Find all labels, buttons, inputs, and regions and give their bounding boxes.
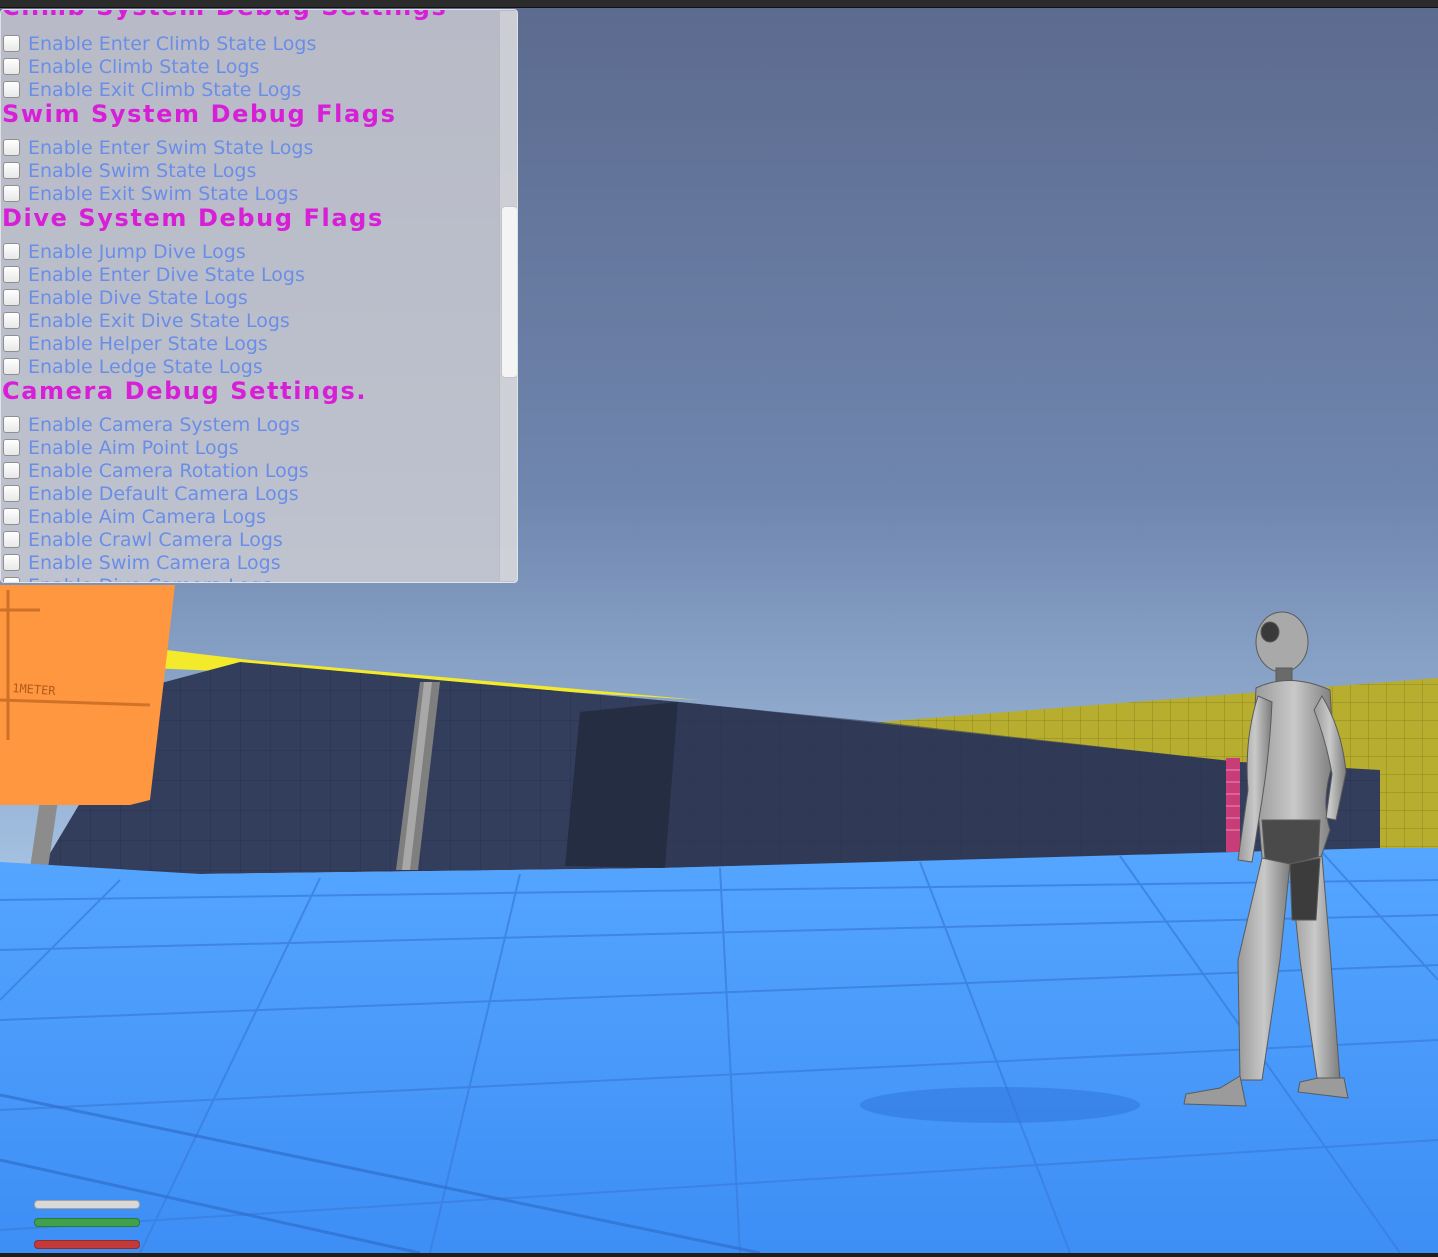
stamina-bar <box>34 1218 140 1227</box>
toggle-label: Enable Camera System Logs <box>28 413 301 436</box>
checkbox[interactable] <box>3 81 20 98</box>
checkbox[interactable] <box>3 462 20 479</box>
toggle-crawl-camera-logs[interactable]: Enable Crawl Camera Logs <box>1 528 283 551</box>
toggle-label: Enable Exit Dive State Logs <box>28 309 290 332</box>
toggle-swim-logs[interactable]: Enable Swim State Logs <box>1 159 256 182</box>
checkbox[interactable] <box>3 508 20 525</box>
checkbox[interactable] <box>3 531 20 548</box>
toggle-ledge-logs[interactable]: Enable Ledge State Logs <box>1 355 263 378</box>
toggle-label: Enable Enter Dive State Logs <box>28 263 305 286</box>
checkbox[interactable] <box>3 577 20 582</box>
checkbox[interactable] <box>3 416 20 433</box>
toggle-label: Enable Dive State Logs <box>28 286 248 309</box>
checkbox[interactable] <box>3 35 20 52</box>
toggle-label: Enable Aim Point Logs <box>28 436 239 459</box>
breath-bar <box>34 1240 140 1249</box>
toggle-label: Enable Jump Dive Logs <box>28 240 246 263</box>
toggle-enter-swim-logs[interactable]: Enable Enter Swim State Logs <box>1 136 313 159</box>
toggle-label: Enable Climb State Logs <box>28 55 260 78</box>
checkbox[interactable] <box>3 289 20 306</box>
toggle-dive-camera-logs[interactable]: Enable Dive Camera Logs <box>1 574 272 583</box>
checkbox[interactable] <box>3 485 20 502</box>
section-header-swim: Swim System Debug Flags <box>2 100 397 128</box>
toggle-label: Enable Camera Rotation Logs <box>28 459 309 482</box>
checkbox[interactable] <box>3 358 20 375</box>
debug-panel-content: Climb System Debug Settings Enable Enter… <box>1 10 497 583</box>
toggle-label: Enable Dive Camera Logs <box>28 575 272 583</box>
toggle-climb-logs[interactable]: Enable Climb State Logs <box>1 55 259 78</box>
checkbox[interactable] <box>3 162 20 179</box>
toggle-label: Enable Enter Climb State Logs <box>28 32 317 55</box>
toggle-default-camera-logs[interactable]: Enable Default Camera Logs <box>1 482 299 505</box>
toggle-label: Enable Swim Camera Logs <box>28 551 281 574</box>
checkbox[interactable] <box>3 243 20 260</box>
section-header-dive: Dive System Debug Flags <box>2 204 384 232</box>
toggle-aim-point-logs[interactable]: Enable Aim Point Logs <box>1 436 239 459</box>
debug-settings-panel[interactable]: Climb System Debug Settings Enable Enter… <box>0 9 518 583</box>
character-shadow <box>860 1087 1140 1123</box>
toggle-enter-dive-logs[interactable]: Enable Enter Dive State Logs <box>1 263 305 286</box>
toggle-exit-swim-logs[interactable]: Enable Exit Swim State Logs <box>1 182 298 205</box>
toggle-exit-dive-logs[interactable]: Enable Exit Dive State Logs <box>1 309 290 332</box>
toggle-label: Enable Exit Climb State Logs <box>28 78 302 101</box>
checkbox[interactable] <box>3 139 20 156</box>
toggle-jump-dive-logs[interactable]: Enable Jump Dive Logs <box>1 240 246 263</box>
checkbox[interactable] <box>3 335 20 352</box>
checkbox[interactable] <box>3 58 20 75</box>
panel-scrollbar[interactable] <box>499 11 517 581</box>
section-header-climb: Climb System Debug Settings <box>2 10 447 20</box>
health-bar <box>34 1200 140 1209</box>
toggle-helper-logs[interactable]: Enable Helper State Logs <box>1 332 268 355</box>
toggle-camera-system-logs[interactable]: Enable Camera System Logs <box>1 413 300 436</box>
toggle-label: Enable Aim Camera Logs <box>28 505 267 528</box>
toggle-swim-camera-logs[interactable]: Enable Swim Camera Logs <box>1 551 281 574</box>
toggle-label: Enable Ledge State Logs <box>28 355 263 378</box>
toggle-exit-climb-logs[interactable]: Enable Exit Climb State Logs <box>1 78 301 101</box>
checkbox[interactable] <box>3 266 20 283</box>
section-header-camera: Camera Debug Settings. <box>2 377 368 405</box>
dark-cube <box>565 702 678 868</box>
editor-toolbar <box>0 0 1438 8</box>
toggle-dive-logs[interactable]: Enable Dive State Logs <box>1 286 248 309</box>
checkbox[interactable] <box>3 185 20 202</box>
toggle-label: Enable Helper State Logs <box>28 332 268 355</box>
toggle-label: Enable Default Camera Logs <box>28 482 299 505</box>
toggle-label: Enable Crawl Camera Logs <box>28 528 283 551</box>
toggle-label: Enable Swim State Logs <box>28 159 257 182</box>
ladder <box>1226 758 1240 852</box>
toggle-enter-climb-logs[interactable]: Enable Enter Climb State Logs <box>1 32 316 55</box>
toggle-label: Enable Exit Swim State Logs <box>28 182 299 205</box>
toggle-label: Enable Enter Swim State Logs <box>28 136 314 159</box>
checkbox[interactable] <box>3 439 20 456</box>
scrollbar-thumb[interactable] <box>501 206 517 378</box>
checkbox[interactable] <box>3 554 20 571</box>
toggle-camera-rotation-logs[interactable]: Enable Camera Rotation Logs <box>1 459 309 482</box>
checkbox[interactable] <box>3 312 20 329</box>
toggle-aim-camera-logs[interactable]: Enable Aim Camera Logs <box>1 505 266 528</box>
